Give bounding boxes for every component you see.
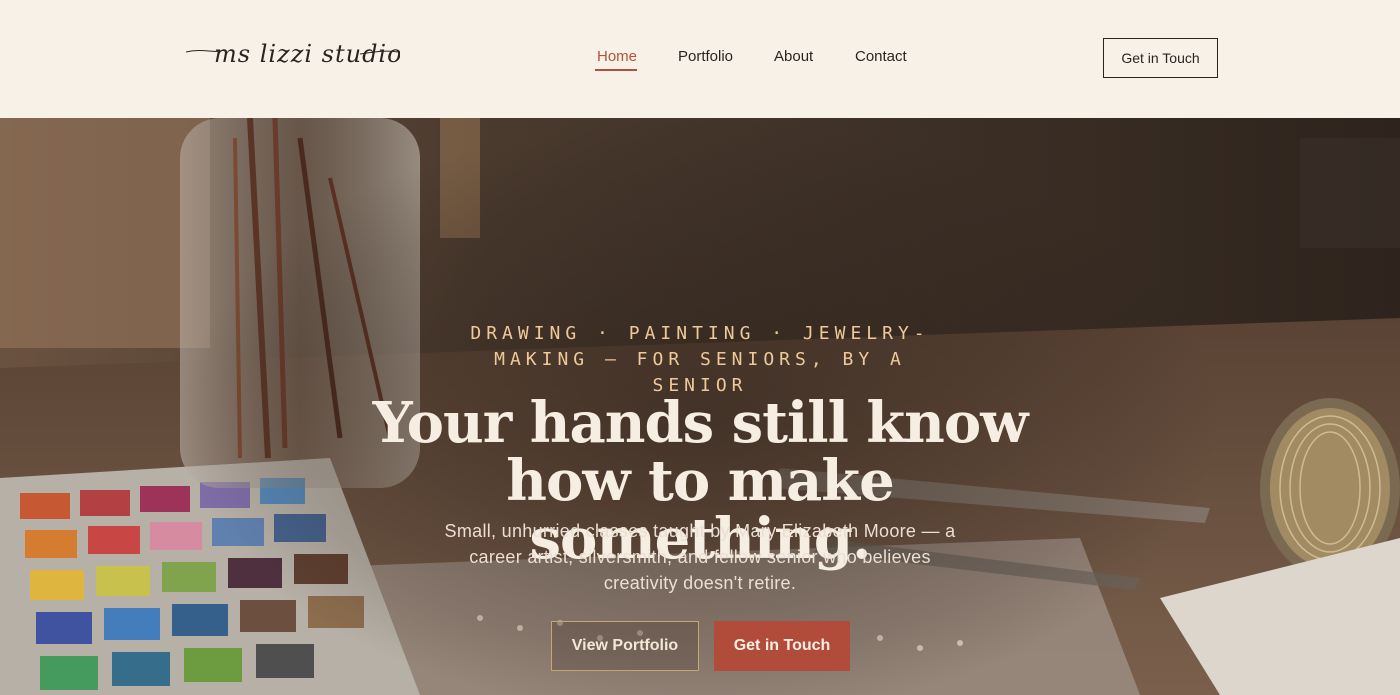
nav-contact[interactable]: Contact (855, 46, 907, 68)
hero-get-in-touch-button[interactable]: Get in Touch (714, 621, 850, 671)
hero-subtitle: Small, unhurried classes taught by Mary … (444, 521, 956, 593)
nav-home[interactable]: Home (597, 46, 637, 68)
hero-section: Drawing · Painting · Jewelry-Making — fo… (0, 118, 1400, 695)
nav-about[interactable]: About (774, 46, 813, 68)
site-header: ms lizzi studio Home Portfolio About Con… (0, 0, 1400, 118)
view-portfolio-button[interactable]: View Portfolio (551, 621, 699, 671)
nav-portfolio[interactable]: Portfolio (678, 46, 733, 68)
active-nav-indicator (595, 69, 637, 71)
header-get-in-touch-button[interactable]: Get in Touch (1103, 38, 1218, 78)
hero-eyebrow: Drawing · Painting · Jewelry-Making — fo… (470, 323, 930, 396)
